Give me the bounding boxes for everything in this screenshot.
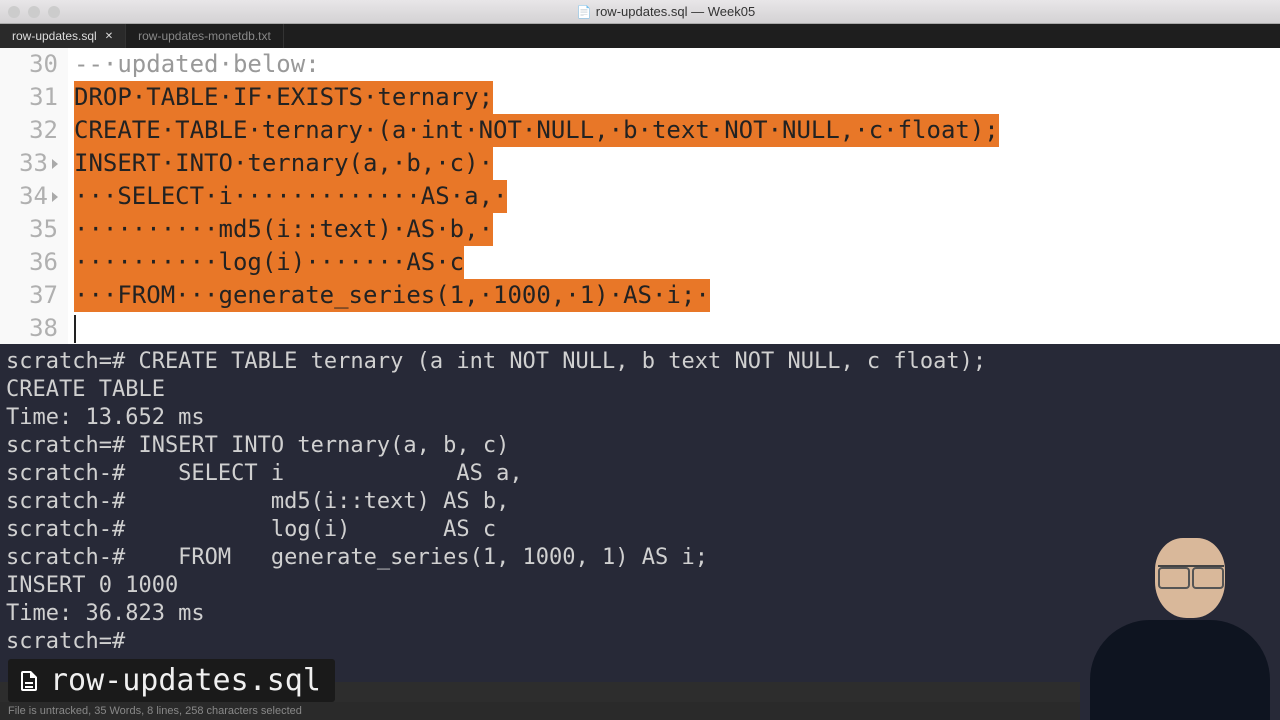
line-number: 38 — [0, 312, 58, 344]
line-number: 36 — [0, 246, 58, 279]
code-line-32[interactable]: CREATE·TABLE·ternary·(a·int·NOT·NULL,·b·… — [74, 114, 1280, 147]
line-number: 33 — [0, 147, 58, 180]
code-line-38[interactable] — [74, 312, 1280, 344]
webcam-overlay — [1080, 510, 1280, 720]
tab-label: row-updates-monetdb.txt — [138, 29, 271, 43]
tab-label: row-updates.sql — [12, 29, 97, 43]
line-number: 37 — [0, 279, 58, 312]
editor-tabs: row-updates.sql ✕ row-updates-monetdb.tx… — [0, 24, 1280, 48]
tab-row-updates-monetdb[interactable]: row-updates-monetdb.txt — [126, 24, 284, 48]
text-cursor — [74, 315, 76, 343]
glasses-icon — [1158, 565, 1224, 581]
line-number: 34 — [0, 180, 58, 213]
line-number: 35 — [0, 213, 58, 246]
traffic-lights — [8, 6, 60, 18]
code-line-30[interactable]: --·updated·below: — [74, 48, 1280, 81]
code-line-35[interactable]: ··········md5(i::text)·AS·b,· — [74, 213, 1280, 246]
code-line-34[interactable]: ···SELECT·i·············AS·a,· — [74, 180, 1280, 213]
line-number: 32 — [0, 114, 58, 147]
tab-row-updates-sql[interactable]: row-updates.sql ✕ — [0, 24, 126, 48]
status-left: File is untracked, 35 Words, 8 lines, 25… — [8, 705, 302, 717]
editor-pane[interactable]: 30 31 32 33 34 35 36 37 38 --·updated·be… — [0, 48, 1280, 344]
code-line-33[interactable]: INSERT·INTO·ternary(a,·b,·c)· — [74, 147, 1280, 180]
line-number: 30 — [0, 48, 58, 81]
window-title: row-updates.sql — Week05 — [60, 4, 1272, 19]
close-window-button[interactable] — [8, 6, 20, 18]
file-icon — [16, 666, 42, 696]
code-line-36[interactable]: ··········log(i)·······AS·c — [74, 246, 1280, 279]
minimize-window-button[interactable] — [28, 6, 40, 18]
line-gutter: 30 31 32 33 34 35 36 37 38 — [0, 48, 68, 344]
code-line-37[interactable]: ···FROM···generate_series(1,·1000,·1)·AS… — [74, 279, 1280, 312]
filename-text: row-updates.sql — [50, 663, 321, 698]
code-area[interactable]: --·updated·below: DROP·TABLE·IF·EXISTS·t… — [68, 48, 1280, 344]
zoom-window-button[interactable] — [48, 6, 60, 18]
presenter-body — [1090, 620, 1270, 720]
window-titlebar: row-updates.sql — Week05 — [0, 0, 1280, 24]
close-icon[interactable]: ✕ — [105, 31, 113, 42]
code-line-31[interactable]: DROP·TABLE·IF·EXISTS·ternary; — [74, 81, 1280, 114]
filename-overlay: row-updates.sql — [8, 659, 335, 702]
line-number: 31 — [0, 81, 58, 114]
terminal-output: scratch=# CREATE TABLE ternary (a int NO… — [6, 349, 986, 654]
